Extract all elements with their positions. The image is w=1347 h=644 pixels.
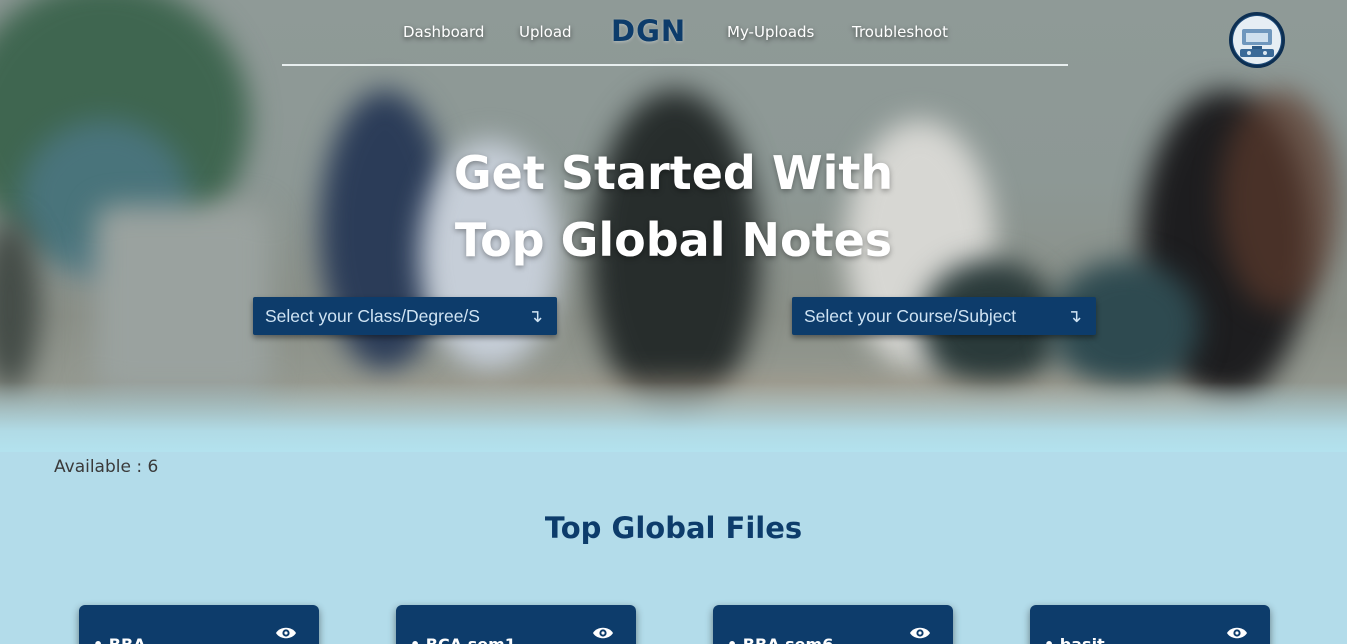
arrow-down-icon: ↴ bbox=[1066, 306, 1082, 326]
file-card[interactable]: • BBA sem6 bbox=[713, 605, 953, 644]
nav-divider bbox=[282, 64, 1068, 66]
file-card[interactable]: • basit bbox=[1030, 605, 1270, 644]
user-avatar[interactable] bbox=[1229, 12, 1285, 68]
file-card[interactable]: • BBA bbox=[79, 605, 319, 644]
section-title: Top Global Files bbox=[544, 511, 803, 545]
eye-icon[interactable] bbox=[909, 625, 931, 644]
nav-dashboard-link[interactable]: Dashboard bbox=[403, 23, 484, 41]
file-card[interactable]: • BCA sem1 bbox=[396, 605, 636, 644]
eye-icon[interactable] bbox=[275, 625, 297, 644]
arrow-down-icon: ↴ bbox=[527, 306, 543, 326]
eye-icon[interactable] bbox=[1226, 625, 1248, 644]
nav-my-uploads-link[interactable]: My-Uploads bbox=[727, 23, 814, 41]
brand-logo-text[interactable]: DGN bbox=[611, 14, 686, 48]
hero-fade bbox=[0, 382, 1347, 452]
eye-icon[interactable] bbox=[592, 625, 614, 644]
top-navigation: Dashboard Upload DGN My-Uploads Troubles… bbox=[0, 0, 1347, 68]
hero-title-line-1: Get Started With bbox=[453, 146, 894, 200]
class-degree-select[interactable]: Select your Class/Degree/S ↴ bbox=[253, 297, 557, 335]
file-card-title: • BCA sem1 bbox=[410, 635, 516, 644]
nav-upload-link[interactable]: Upload bbox=[519, 23, 572, 41]
file-card-title: • BBA bbox=[93, 635, 146, 644]
course-select-label: Select your Course/Subject bbox=[804, 306, 1017, 326]
nav-troubleshoot-link[interactable]: Troubleshoot bbox=[852, 23, 948, 41]
class-select-label: Select your Class/Degree/S bbox=[265, 306, 480, 326]
hero-title-line-2: Top Global Notes bbox=[454, 213, 893, 267]
file-card-title: • BBA sem6 bbox=[727, 635, 833, 644]
hero-title: Get Started With Top Global Notes bbox=[0, 140, 1347, 274]
available-count: Available : 6 bbox=[54, 457, 159, 477]
course-subject-select[interactable]: Select your Course/Subject ↴ bbox=[792, 297, 1096, 335]
avatar-icon bbox=[1233, 16, 1281, 64]
file-card-title: • basit bbox=[1044, 635, 1105, 644]
